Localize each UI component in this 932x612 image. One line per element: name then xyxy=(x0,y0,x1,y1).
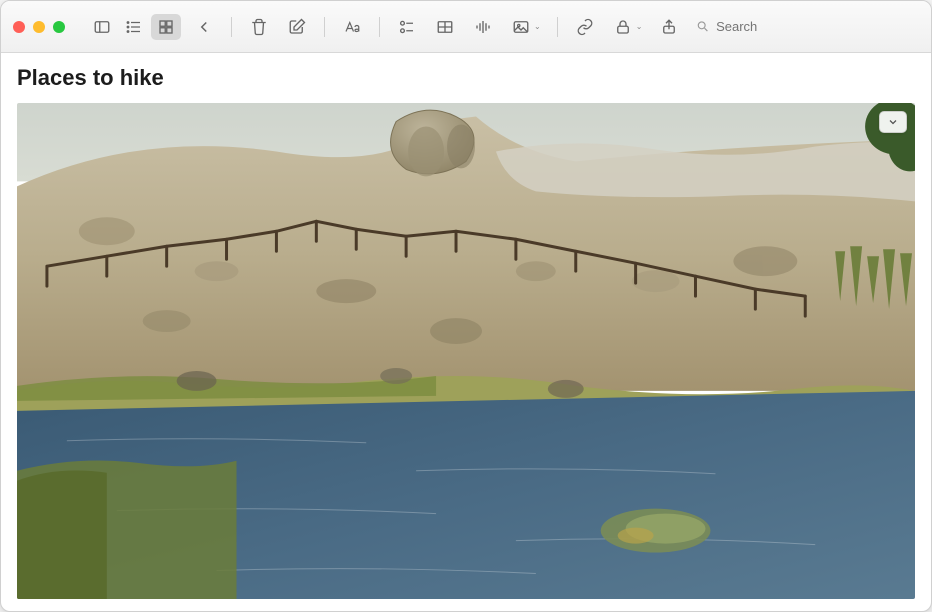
separator xyxy=(379,17,380,37)
lock-group: ⌄ xyxy=(608,14,647,40)
format-button[interactable] xyxy=(337,14,367,40)
view-toggle-group xyxy=(87,14,181,40)
trash-icon xyxy=(250,18,268,36)
link-button[interactable] xyxy=(570,14,600,40)
waveform-icon xyxy=(474,18,492,36)
image-options-button[interactable] xyxy=(879,111,907,133)
list-icon xyxy=(125,18,143,36)
media-button[interactable] xyxy=(506,14,536,40)
list-view-button[interactable] xyxy=(119,14,149,40)
note-content: Places to hike xyxy=(1,53,931,611)
close-window-button[interactable] xyxy=(13,21,25,33)
chevron-left-icon xyxy=(195,18,213,36)
chevron-down-icon: ⌄ xyxy=(534,22,541,31)
delete-button[interactable] xyxy=(244,14,274,40)
grid-icon xyxy=(157,18,175,36)
gallery-view-button[interactable] xyxy=(151,14,181,40)
search-input[interactable] xyxy=(716,19,919,34)
note-title[interactable]: Places to hike xyxy=(17,65,915,91)
chevron-down-icon xyxy=(887,116,899,128)
landscape-photo xyxy=(17,103,915,599)
window-controls xyxy=(13,21,65,33)
sidebar-toggle-button[interactable] xyxy=(87,14,117,40)
titlebar: ⌄ ⌄ xyxy=(1,1,931,53)
checklist-button[interactable] xyxy=(392,14,422,40)
typography-icon xyxy=(343,18,361,36)
note-image-attachment[interactable] xyxy=(17,103,915,599)
link-icon xyxy=(576,18,594,36)
lock-button[interactable] xyxy=(608,14,638,40)
search-field[interactable] xyxy=(696,19,919,34)
back-button[interactable] xyxy=(189,14,219,40)
table-icon xyxy=(436,18,454,36)
lock-icon xyxy=(614,18,632,36)
share-button[interactable] xyxy=(654,14,684,40)
separator xyxy=(557,17,558,37)
checklist-icon xyxy=(398,18,416,36)
share-icon xyxy=(660,18,678,36)
minimize-window-button[interactable] xyxy=(33,21,45,33)
sidebar-icon xyxy=(93,18,111,36)
table-button[interactable] xyxy=(430,14,460,40)
separator xyxy=(324,17,325,37)
search-icon xyxy=(696,19,710,34)
audio-button[interactable] xyxy=(468,14,498,40)
separator xyxy=(231,17,232,37)
photo-icon xyxy=(512,18,530,36)
media-group: ⌄ xyxy=(506,14,545,40)
new-note-button[interactable] xyxy=(282,14,312,40)
chevron-down-icon: ⌄ xyxy=(636,22,643,31)
fullscreen-window-button[interactable] xyxy=(53,21,65,33)
compose-icon xyxy=(288,18,306,36)
app-window: ⌄ ⌄ Places to hike xyxy=(0,0,932,612)
